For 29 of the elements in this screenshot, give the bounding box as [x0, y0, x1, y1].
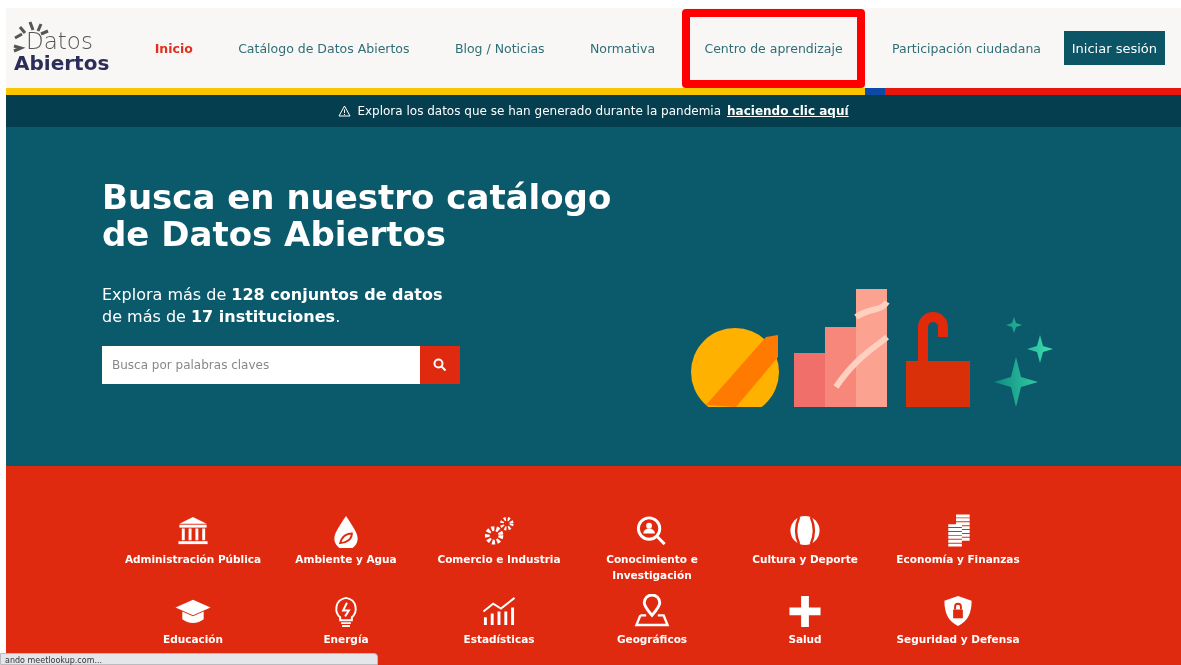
category-link[interactable]: Ambiente y Agua — [271, 514, 421, 592]
status-bar-text: ando meetlookup.com... — [0, 653, 378, 665]
category-link[interactable]: Estadísticas — [424, 594, 574, 665]
search-field[interactable]: Busca por palabras claves — [102, 345, 420, 384]
search-icon — [433, 357, 447, 372]
nav-link[interactable]: Participación ciudadana — [874, 12, 1060, 84]
nav-link[interactable]: Normativa — [571, 12, 674, 84]
nav-link[interactable]: Blog / Noticias — [436, 12, 563, 84]
map-pin-icon — [632, 594, 672, 628]
nav-link[interactable]: Centro de aprendizaje — [682, 8, 865, 88]
hero-title: Busca en nuestro catálogo de Datos Abiertos — [102, 179, 613, 254]
nav-link[interactable]: Catálogo de Datos Abiertos — [220, 12, 428, 84]
category-link[interactable]: Economía y Finanzas — [883, 514, 1033, 592]
category-link[interactable]: Conocimiento e Investigación — [577, 514, 727, 592]
logo-text: Abiertos — [14, 52, 111, 73]
hero-subtitle: Explora más de 128 conjuntos de datos de más de 17 instituciones. — [102, 283, 444, 329]
logo-text: Datos — [26, 29, 94, 53]
category-link[interactable]: Geográficos — [577, 594, 727, 665]
banner-text: Explora los datos que se han generado durante la pandemia — [357, 104, 722, 118]
category-link[interactable]: Comercio e Industria — [424, 514, 574, 592]
nav-link[interactable]: Inicio — [136, 12, 211, 84]
category-link[interactable]: Cultura y Deporte — [730, 514, 880, 592]
search-button[interactable] — [420, 345, 460, 384]
category-link[interactable]: Administración Pública — [118, 514, 268, 592]
category-link[interactable]: Seguridad y Defensa — [883, 594, 1033, 665]
category-link[interactable]: Salud — [730, 594, 880, 665]
banner-link[interactable]: haciendo clic aquí — [727, 104, 849, 118]
login-button[interactable]: Iniciar sesión — [1063, 31, 1165, 65]
warning-icon — [338, 105, 352, 117]
